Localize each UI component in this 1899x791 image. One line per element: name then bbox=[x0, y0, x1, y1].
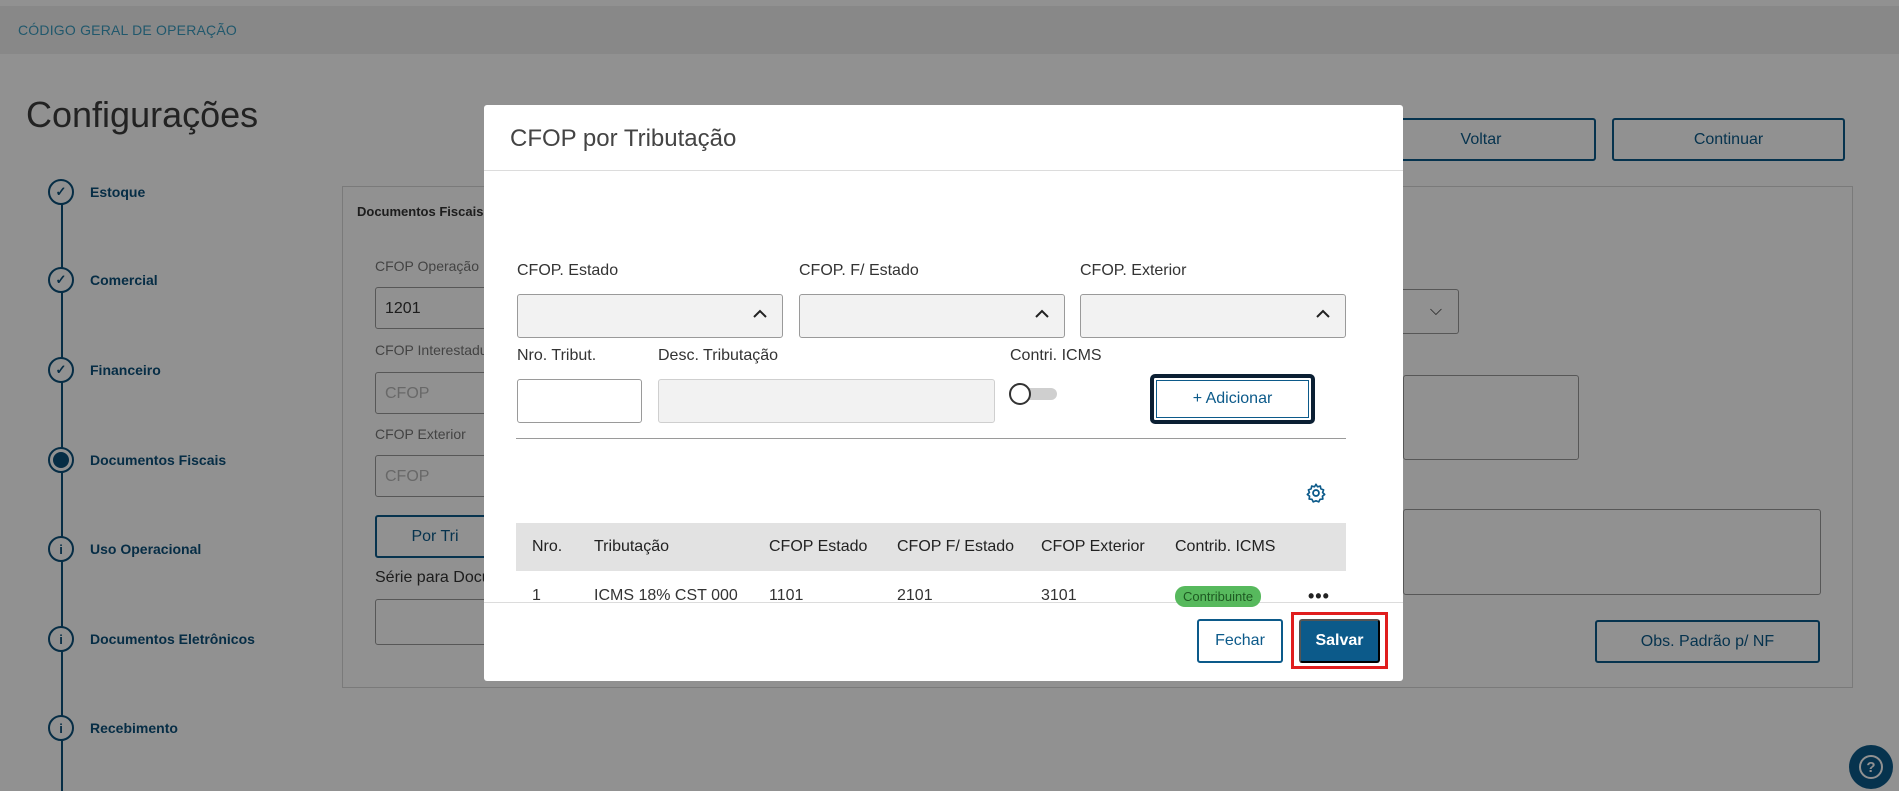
modal-footer: Fechar Salvar bbox=[484, 603, 1403, 680]
cfop-exterior-label: CFOP. Exterior bbox=[1080, 262, 1187, 279]
modal-body: CFOP. Estado CFOP. F/ Estado CFOP. Exter… bbox=[484, 171, 1403, 607]
toggle-knob bbox=[1009, 383, 1031, 405]
divider bbox=[516, 438, 1346, 439]
cfop-tributacao-modal: CFOP por Tributação CFOP. Estado CFOP. F… bbox=[484, 105, 1403, 681]
table-header: Nro. Tributação CFOP Estado CFOP F/ Esta… bbox=[516, 523, 1346, 571]
contri-icms-label: Contri. ICMS bbox=[1010, 347, 1102, 364]
chevron-up-icon bbox=[1035, 309, 1049, 318]
nro-tribut-input[interactable] bbox=[517, 379, 642, 423]
cfop-estado-label: CFOP. Estado bbox=[517, 262, 619, 279]
adicionar-label: + Adicionar bbox=[1192, 390, 1273, 407]
chevron-up-icon bbox=[753, 309, 767, 318]
cfop-exterior-combo[interactable] bbox=[1080, 294, 1346, 338]
col-contrib-icms[interactable]: Contrib. ICMS bbox=[1175, 538, 1275, 556]
col-tributacao[interactable]: Tributação bbox=[594, 538, 669, 556]
gear-icon[interactable] bbox=[1305, 482, 1327, 504]
modal-header: CFOP por Tributação bbox=[484, 105, 1403, 171]
fechar-button[interactable]: Fechar bbox=[1197, 619, 1283, 663]
adicionar-button[interactable]: + Adicionar bbox=[1150, 374, 1315, 424]
nro-tribut-label: Nro. Tribut. bbox=[517, 347, 597, 364]
cfop-estado-combo[interactable] bbox=[517, 294, 783, 338]
col-cfop-exterior[interactable]: CFOP Exterior bbox=[1041, 538, 1145, 556]
col-nro[interactable]: Nro. bbox=[532, 538, 562, 556]
desc-tributacao-input bbox=[658, 379, 995, 423]
cfop-fora-estado-combo[interactable] bbox=[799, 294, 1065, 338]
chevron-up-icon bbox=[1316, 309, 1330, 318]
desc-tributacao-label: Desc. Tributação bbox=[658, 347, 779, 364]
salvar-button[interactable]: Salvar bbox=[1299, 619, 1380, 663]
contri-icms-toggle[interactable] bbox=[1009, 383, 1057, 405]
col-cfop-fora-estado[interactable]: CFOP F/ Estado bbox=[897, 538, 1014, 556]
cfop-fora-estado-label: CFOP. F/ Estado bbox=[799, 262, 919, 279]
col-cfop-estado[interactable]: CFOP Estado bbox=[769, 538, 867, 556]
modal-title: CFOP por Tributação bbox=[510, 125, 737, 152]
